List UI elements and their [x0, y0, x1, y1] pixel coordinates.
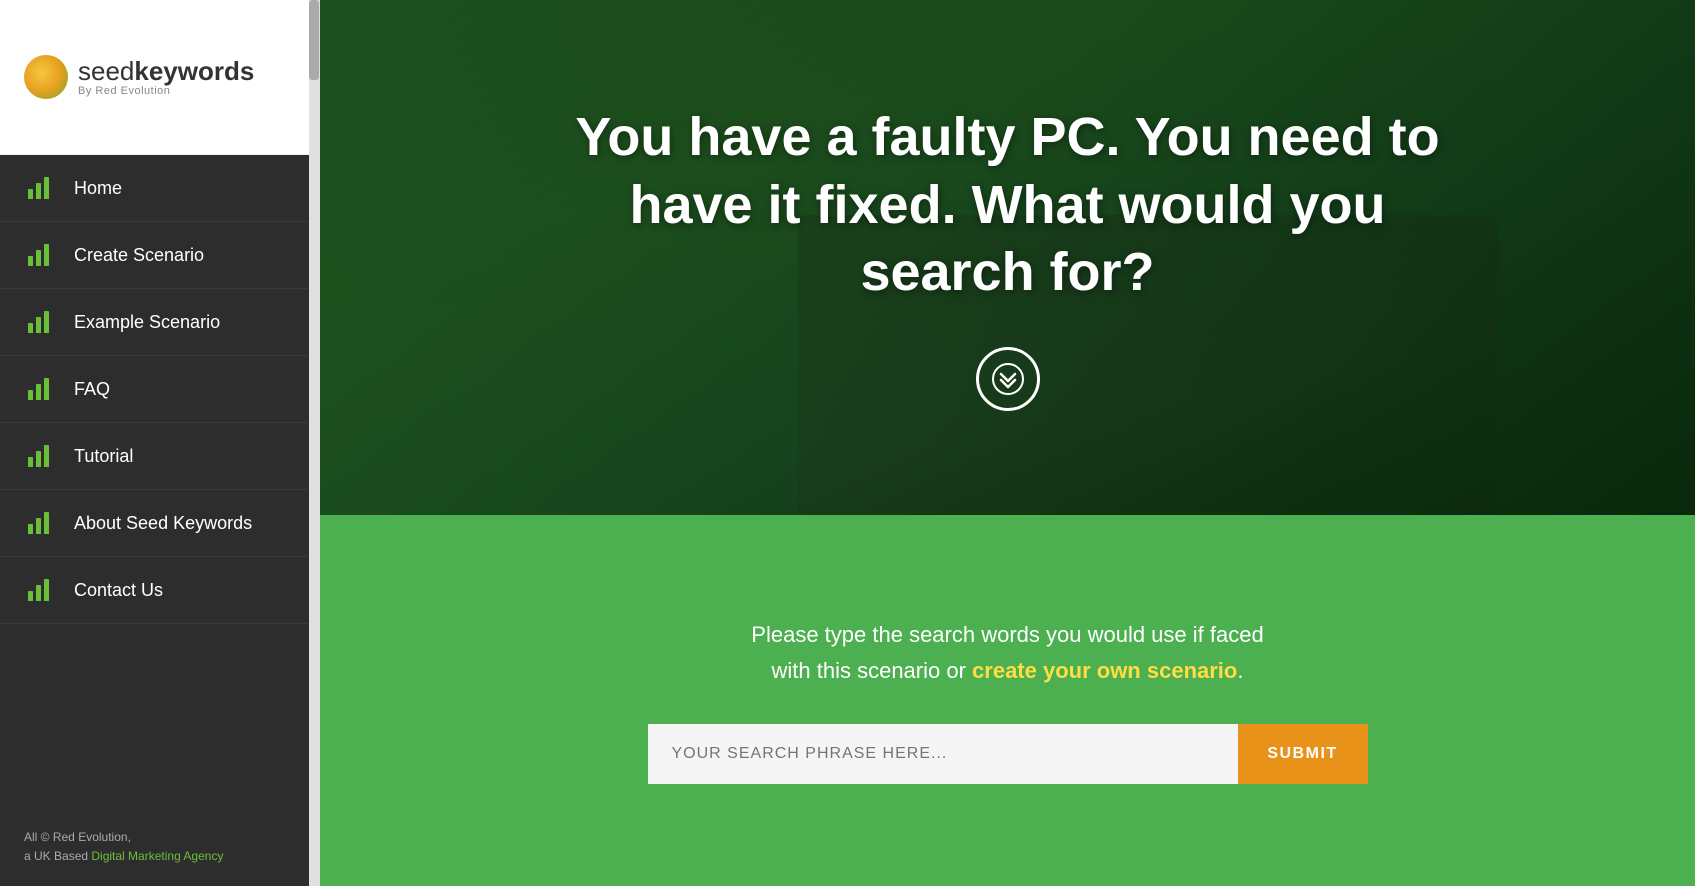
- scroll-down-button[interactable]: [976, 347, 1040, 411]
- logo-icon: [24, 55, 68, 99]
- main-content: You have a faulty PC. You need to have i…: [320, 0, 1695, 886]
- hero-text-block: You have a faulty PC. You need to have i…: [508, 104, 1508, 411]
- logo-area: seedkeywords By Red Evolution: [0, 0, 319, 155]
- main-nav: Home Create Scenario Example Scenario FA…: [0, 155, 319, 812]
- search-row: SUBMIT: [648, 724, 1368, 784]
- contact-icon: [28, 579, 56, 601]
- logo-text: seedkeywords By Red Evolution: [78, 57, 254, 98]
- sidebar-item-tutorial[interactable]: Tutorial: [0, 423, 319, 490]
- sidebar-item-example-scenario[interactable]: Example Scenario: [0, 289, 319, 356]
- example-scenario-icon: [28, 311, 56, 333]
- sidebar-item-faq[interactable]: FAQ: [0, 356, 319, 423]
- sidebar-footer: All © Red Evolution, a UK Based Digital …: [0, 812, 319, 886]
- search-description: Please type the search words you would u…: [751, 617, 1263, 687]
- search-input[interactable]: [648, 724, 1238, 784]
- footer-link[interactable]: Digital Marketing Agency: [91, 849, 223, 863]
- create-scenario-icon: [28, 244, 56, 266]
- logo-sub: By Red Evolution: [78, 85, 254, 97]
- home-icon: [28, 177, 56, 199]
- sidebar-item-about[interactable]: About Seed Keywords: [0, 490, 319, 557]
- footer-line1: All © Red Evolution,: [24, 830, 131, 844]
- logo-plain: seed: [78, 56, 134, 86]
- tutorial-icon: [28, 445, 56, 467]
- chevron-double-down-icon: [992, 363, 1024, 395]
- hero-section: You have a faulty PC. You need to have i…: [320, 0, 1695, 515]
- logo-brand: seedkeywords: [78, 57, 254, 86]
- scrollbar[interactable]: [309, 0, 319, 886]
- logo-bold: keywords: [134, 56, 254, 86]
- sidebar: seedkeywords By Red Evolution Home Creat…: [0, 0, 320, 886]
- footer-line2: a UK Based: [24, 849, 91, 863]
- create-scenario-link[interactable]: create your own scenario: [972, 658, 1237, 683]
- sidebar-item-home[interactable]: Home: [0, 155, 319, 222]
- sidebar-item-contact[interactable]: Contact Us: [0, 557, 319, 624]
- submit-button[interactable]: SUBMIT: [1238, 724, 1368, 784]
- faq-icon: [28, 378, 56, 400]
- sidebar-item-create-scenario[interactable]: Create Scenario: [0, 222, 319, 289]
- about-icon: [28, 512, 56, 534]
- scroll-thumb[interactable]: [309, 0, 319, 80]
- search-section: Please type the search words you would u…: [320, 515, 1695, 886]
- hero-headline: You have a faulty PC. You need to have i…: [568, 104, 1448, 307]
